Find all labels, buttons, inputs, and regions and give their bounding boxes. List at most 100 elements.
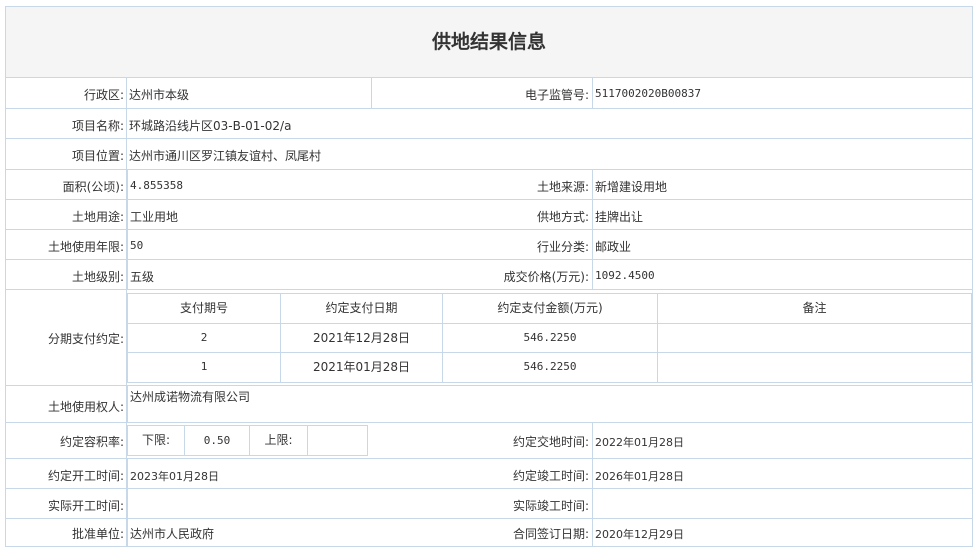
- installment-header-remark: 备注: [658, 294, 971, 324]
- land-user-value-cell: 达州成诺物流有限公司: [127, 386, 972, 422]
- district-value-cell: 达州市本级: [127, 78, 371, 108]
- installment-row-2-amount: 546.2250: [443, 353, 658, 382]
- supervision-no-value: 5117002020B00837: [595, 87, 701, 100]
- start-time-label: 约定开工时间:: [47, 469, 124, 483]
- contract-date-label: 合同签订日期:: [512, 527, 589, 541]
- complete-time-label: 约定竣工时间:: [512, 469, 589, 483]
- price-value: 1092.4500: [595, 269, 655, 282]
- installment-row-1-date: 2021年12月28日: [281, 324, 443, 353]
- contract-date-value: 2020年12月29日: [595, 528, 684, 541]
- row-installment: 分期支付约定: 支付期号 约定支付日期 约定支付金额(万元) 备注 2 2021…: [6, 290, 972, 386]
- price-value-cell: 1092.4500: [592, 260, 972, 289]
- complete-time-value: 2026年01月28日: [595, 470, 684, 483]
- supervision-no-label: 电子监管号:: [524, 88, 589, 102]
- land-source-value: 新增建设用地: [595, 180, 668, 194]
- supervision-value-cell: 5117002020B00837: [592, 78, 972, 108]
- use-years-label-cell: 土地使用年限:: [6, 230, 127, 259]
- project-location-value: 达州市通川区罗江镇友谊村、凤尾村: [129, 149, 322, 163]
- district-label-cell: 行政区:: [6, 78, 127, 108]
- industry-label-cell: 行业分类:: [476, 230, 592, 259]
- row-far: 约定容积率: 下限: 0.50 上限: 约定交地时间: 2022年01月28日: [6, 423, 972, 459]
- installment-header-period: 支付期号: [128, 294, 281, 324]
- project-name-value-cell: 环城路沿线片区03-B-01-02/a: [127, 109, 972, 138]
- installment-row-2-period: 1: [128, 353, 281, 382]
- far-range-box: 下限: 0.50 上限:: [127, 425, 368, 456]
- supervision-label-cell: 电子监管号:: [371, 78, 592, 108]
- title-bar: 供地结果信息: [6, 7, 972, 78]
- handover-time-value: 2022年01月28日: [595, 436, 684, 449]
- approver-value: 达州市人民政府: [130, 527, 215, 541]
- use-years-value: 50: [130, 239, 144, 252]
- supply-method-label-cell: 供地方式:: [476, 200, 592, 229]
- industry-value: 邮政业: [595, 240, 632, 254]
- far-upper-value: [308, 426, 367, 455]
- supply-method-value: 挂牌出让: [595, 210, 644, 224]
- land-source-value-cell: 新增建设用地: [592, 170, 972, 199]
- land-user-label-cell: 土地使用权人:: [6, 386, 127, 422]
- project-name-label-cell: 项目名称:: [6, 109, 127, 138]
- handover-time-label: 约定交地时间:: [512, 435, 589, 449]
- installment-row-1-remark: [658, 324, 971, 353]
- industry-label: 行业分类:: [536, 240, 589, 254]
- installment-header-amount: 约定支付金额(万元): [443, 294, 658, 324]
- installment-row-1-period: 2: [128, 324, 281, 353]
- land-grade-label: 土地级别:: [71, 270, 124, 284]
- price-label: 成交价格(万元):: [503, 270, 589, 284]
- complete-time-label-cell: 约定竣工时间:: [476, 459, 592, 488]
- result-info-panel: 供地结果信息 行政区: 达州市本级 电子监管号: 5117002020B0083…: [5, 6, 973, 547]
- approver-label: 批准单位:: [71, 527, 124, 541]
- land-user-value: 达州成诺物流有限公司: [130, 390, 251, 404]
- installment-row-1-amount: 546.2250: [443, 324, 658, 353]
- land-grade-label-cell: 土地级别:: [6, 260, 127, 289]
- installment-row-2-date: 2021年01月28日: [281, 353, 443, 382]
- project-name-value: 环城路沿线片区03-B-01-02/a: [129, 119, 292, 133]
- area-label-cell: 面积(公顷):: [6, 170, 127, 199]
- actual-complete-label: 实际竣工时间:: [512, 499, 589, 513]
- area-value: 4.855358: [130, 179, 183, 192]
- row-land-user: 土地使用权人: 达州成诺物流有限公司: [6, 386, 972, 423]
- row-approver: 批准单位: 达州市人民政府 合同签订日期: 2020年12月29日: [6, 519, 972, 546]
- actual-complete-label-cell: 实际竣工时间:: [476, 489, 592, 518]
- use-years-label: 土地使用年限:: [47, 240, 124, 254]
- land-use-label: 土地用途:: [71, 210, 124, 224]
- land-grade-value: 五级: [130, 270, 155, 284]
- land-user-label: 土地使用权人:: [47, 400, 124, 414]
- project-name-label: 项目名称:: [71, 119, 124, 133]
- installment-label-cell: 分期支付约定:: [6, 290, 127, 385]
- far-lower-label: 下限:: [128, 426, 185, 455]
- land-source-label: 土地来源:: [536, 180, 589, 194]
- handover-value-cell: 2022年01月28日: [592, 423, 972, 458]
- land-use-value: 工业用地: [130, 210, 179, 224]
- far-upper-label: 上限:: [250, 426, 308, 455]
- land-source-label-cell: 土地来源:: [476, 170, 592, 199]
- contract-date-label-cell: 合同签订日期:: [476, 519, 592, 546]
- complete-time-value-cell: 2026年01月28日: [592, 459, 972, 488]
- page-title: 供地结果信息: [431, 31, 546, 53]
- handover-label-cell: 约定交地时间:: [476, 423, 592, 458]
- industry-value-cell: 邮政业: [592, 230, 972, 259]
- district-value: 达州市本级: [129, 88, 190, 102]
- price-label-cell: 成交价格(万元):: [476, 260, 592, 289]
- installment-header-date: 约定支付日期: [281, 294, 443, 324]
- project-location-label: 项目位置:: [71, 149, 124, 163]
- supply-method-label: 供地方式:: [536, 210, 589, 224]
- row-use-years: 土地使用年限: 50 行业分类: 邮政业: [6, 230, 972, 260]
- far-label: 约定容积率:: [59, 435, 124, 449]
- contract-date-value-cell: 2020年12月29日: [592, 519, 972, 546]
- project-location-value-cell: 达州市通川区罗江镇友谊村、凤尾村: [127, 139, 972, 169]
- actual-start-label-cell: 实际开工时间:: [6, 489, 127, 518]
- installment-label: 分期支付约定:: [47, 332, 124, 346]
- row-project-name: 项目名称: 环城路沿线片区03-B-01-02/a: [6, 109, 972, 139]
- installment-table: 支付期号 约定支付日期 约定支付金额(万元) 备注 2 2021年12月28日 …: [127, 293, 972, 383]
- district-label: 行政区:: [83, 88, 124, 102]
- label-column-divider: [126, 78, 127, 546]
- area-label: 面积(公顷):: [62, 180, 124, 194]
- row-land-grade: 土地级别: 五级 成交价格(万元): 1092.4500: [6, 260, 972, 290]
- far-label-cell: 约定容积率:: [6, 423, 127, 458]
- start-time-label-cell: 约定开工时间:: [6, 459, 127, 488]
- land-use-label-cell: 土地用途:: [6, 200, 127, 229]
- row-actual-times: 实际开工时间: 实际竣工时间:: [6, 489, 972, 519]
- approver-label-cell: 批准单位:: [6, 519, 127, 546]
- actual-start-label: 实际开工时间:: [47, 499, 124, 513]
- installment-row-2-remark: [658, 353, 971, 382]
